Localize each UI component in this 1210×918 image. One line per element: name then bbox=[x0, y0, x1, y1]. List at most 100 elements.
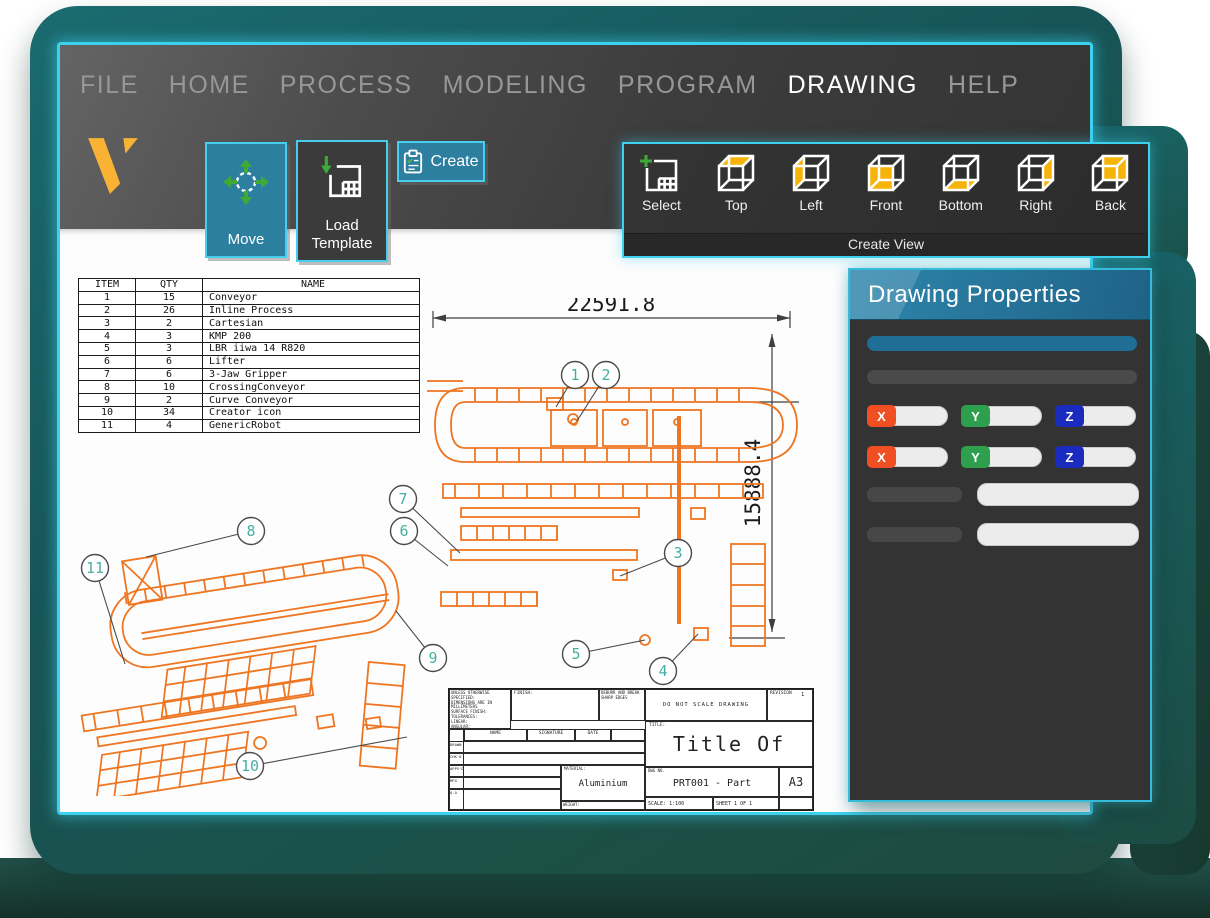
menu-tab-help[interactable]: HELP bbox=[948, 71, 1019, 100]
table-row: 53LBR iiwa 14 R820 bbox=[79, 342, 420, 355]
load-template-button-label: Load Template bbox=[298, 217, 386, 260]
create-view-top[interactable]: Top bbox=[713, 152, 759, 213]
bom-header-name: NAME bbox=[203, 279, 420, 292]
do-not-scale-note: DO NOT SCALE DRAWING bbox=[645, 689, 767, 721]
table-row: 763-Jaw Gripper bbox=[79, 368, 420, 381]
iso-view-drawing[interactable] bbox=[68, 538, 440, 796]
scale-text: SCALE: 1:100 bbox=[645, 797, 713, 810]
properties-primary-bar[interactable] bbox=[867, 336, 1137, 351]
create-view-right-label: Right bbox=[1019, 197, 1052, 213]
dwg-no-cell: DWG NO. PRT001 - Part bbox=[645, 767, 779, 797]
create-button[interactable]: Create bbox=[397, 141, 485, 182]
table-row: 43KMP 200 bbox=[79, 330, 420, 343]
position-y-group: Y bbox=[961, 406, 1042, 426]
property-label-pill-1 bbox=[867, 487, 962, 502]
sig-grid-line2 bbox=[449, 753, 645, 765]
create-view-items: Select Top Left bbox=[624, 144, 1148, 238]
sig-grid-line3 bbox=[449, 765, 561, 777]
bom-table[interactable]: ITEM QTY NAME 115Conveyor226Inline Proce… bbox=[78, 278, 420, 433]
dwg-no-value: PRT001 - Part bbox=[646, 778, 778, 790]
parts-table-body: 115Conveyor226Inline Process32Cartesian4… bbox=[79, 291, 420, 432]
app-screenshot: FILE HOME PROCESS MODELING PROGRAM DRAWI… bbox=[0, 0, 1210, 918]
create-view-back[interactable]: Back bbox=[1087, 152, 1133, 213]
property-value-field-1[interactable] bbox=[977, 483, 1139, 506]
title-label: TITLE: bbox=[646, 722, 812, 729]
create-view-front[interactable]: Front bbox=[863, 152, 909, 213]
material-value: Aluminium bbox=[562, 779, 644, 790]
menu-bar: FILE HOME PROCESS MODELING PROGRAM DRAWI… bbox=[60, 45, 1090, 100]
sheet-text: SHEET 1 OF 1 bbox=[713, 797, 779, 810]
axis-y-badge-2: Y bbox=[961, 446, 990, 468]
create-view-toolbar: Select Top Left bbox=[622, 142, 1150, 258]
table-row: 1034Creator icon bbox=[79, 406, 420, 419]
menu-tab-modeling[interactable]: MODELING bbox=[443, 71, 588, 100]
sig-grid-line4 bbox=[449, 777, 561, 789]
axis-z-badge-2: Z bbox=[1055, 446, 1084, 468]
rotation-y-group: Y bbox=[961, 447, 1042, 467]
cube-back-icon bbox=[1087, 152, 1133, 194]
cube-left-icon bbox=[788, 152, 834, 194]
menu-tab-program[interactable]: PROGRAM bbox=[618, 71, 758, 100]
create-view-back-label: Back bbox=[1095, 197, 1126, 213]
table-row: 226Inline Process bbox=[79, 304, 420, 317]
menu-tab-drawing[interactable]: DRAWING bbox=[788, 71, 918, 100]
menu-tab-home[interactable]: HOME bbox=[169, 71, 250, 100]
revision-label: REVISION bbox=[767, 689, 813, 721]
signature-header: SIGNATURE bbox=[527, 729, 575, 741]
bom-header-item: ITEM bbox=[79, 279, 136, 292]
rotation-z-group: Z bbox=[1055, 447, 1136, 467]
create-view-front-label: Front bbox=[870, 197, 903, 213]
move-button[interactable]: Move bbox=[205, 142, 287, 258]
drawing-title: Title Of bbox=[646, 732, 812, 756]
top-view-drawing[interactable]: 22591.8 15888.4 bbox=[423, 298, 815, 654]
axis-y-badge: Y bbox=[961, 405, 990, 427]
create-clipboard-icon bbox=[403, 149, 423, 174]
rotation-x-group: X bbox=[867, 447, 948, 467]
table-row: 810CrossingConveyor bbox=[79, 381, 420, 394]
move-button-label: Move bbox=[228, 231, 265, 256]
material-cell: MATERIAL: Aluminium bbox=[561, 765, 645, 801]
cube-front-icon bbox=[863, 152, 909, 194]
cube-top-icon bbox=[713, 152, 759, 194]
properties-panel-header: Drawing Properties bbox=[850, 270, 1150, 320]
create-view-left[interactable]: Left bbox=[788, 152, 834, 213]
bom-header-qty: QTY bbox=[136, 279, 203, 292]
property-value-field-2[interactable] bbox=[977, 523, 1139, 546]
create-view-select-label: Select bbox=[642, 197, 681, 213]
cube-bottom-icon bbox=[938, 152, 984, 194]
properties-secondary-bar bbox=[867, 370, 1137, 384]
create-view-select[interactable]: Select bbox=[638, 152, 684, 213]
create-view-right[interactable]: Right bbox=[1013, 152, 1059, 213]
axis-x-badge-2: X bbox=[867, 446, 896, 468]
axis-z-badge: Z bbox=[1055, 405, 1084, 427]
create-view-group-label: Create View bbox=[624, 233, 1148, 256]
create-view-top-label: Top bbox=[725, 197, 748, 213]
property-label-pill-2 bbox=[867, 527, 962, 542]
load-template-button[interactable]: Load Template bbox=[296, 140, 388, 262]
deburr-note: DEBURR AND BREAK SHARP EDGES bbox=[599, 689, 645, 721]
sig-extra-col bbox=[611, 729, 645, 741]
name-header: NAME bbox=[464, 729, 527, 741]
material-label: MATERIAL: bbox=[562, 766, 644, 773]
sig-grid-line1 bbox=[449, 741, 645, 753]
load-template-icon bbox=[318, 154, 366, 202]
dwg-label: DWG NO. bbox=[646, 768, 778, 775]
dim-height-text: 15888.4 bbox=[741, 439, 765, 528]
sig-grid-line5 bbox=[449, 789, 561, 810]
table-row: 92Curve Conveyor bbox=[79, 394, 420, 407]
table-row: 66Lifter bbox=[79, 355, 420, 368]
menu-tab-process[interactable]: PROCESS bbox=[280, 71, 413, 100]
date-header: DATE bbox=[575, 729, 611, 741]
properties-panel-title: Drawing Properties bbox=[868, 281, 1081, 309]
drawing-properties-panel: Drawing Properties X Y Z X Y Z bbox=[848, 268, 1152, 802]
create-view-bottom[interactable]: Bottom bbox=[938, 152, 984, 213]
table-row: 32Cartesian bbox=[79, 317, 420, 330]
position-z-group: Z bbox=[1055, 406, 1136, 426]
brand-logo-icon bbox=[86, 136, 140, 194]
menu-tab-file[interactable]: FILE bbox=[80, 71, 139, 100]
title-block: UNLESS OTHERWISE SPECIFIED: DIMENSIONS A… bbox=[448, 688, 814, 811]
create-view-bottom-label: Bottom bbox=[939, 197, 983, 213]
create-view-left-label: Left bbox=[799, 197, 822, 213]
cube-right-icon bbox=[1013, 152, 1059, 194]
bom-header-row: ITEM QTY NAME bbox=[79, 279, 420, 292]
